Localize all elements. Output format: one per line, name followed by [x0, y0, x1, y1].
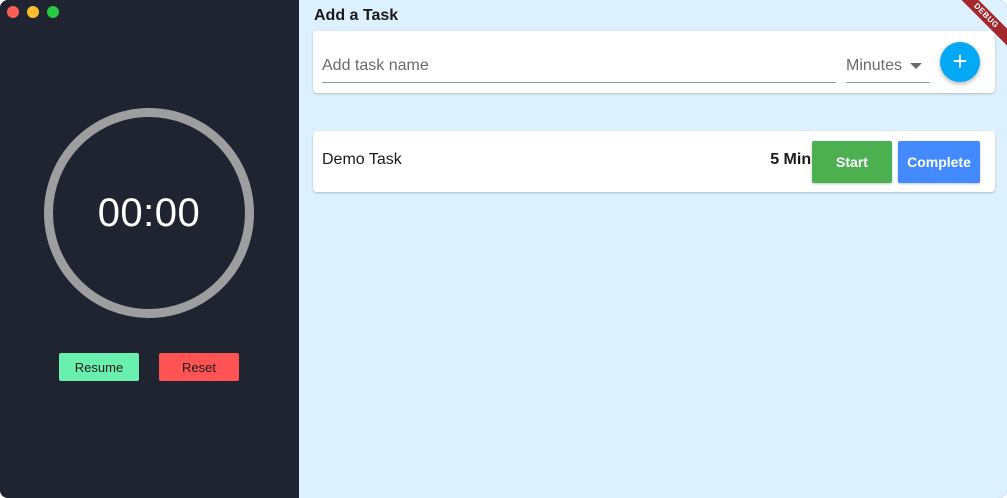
- minimize-window-button[interactable]: [27, 6, 39, 18]
- unit-selected-label: Minutes: [846, 56, 903, 74]
- plus-icon: +: [952, 46, 968, 76]
- timer-display: 00:00: [97, 190, 201, 235]
- start-button[interactable]: Start: [812, 141, 892, 183]
- complete-button[interactable]: Complete: [898, 141, 980, 183]
- task-item: Demo Task 5 Mins Start Complete: [313, 131, 995, 192]
- reset-button[interactable]: Reset: [159, 353, 239, 381]
- task-name-input[interactable]: [322, 49, 836, 83]
- task-name: Demo Task: [322, 151, 402, 168]
- zoom-window-button[interactable]: [47, 6, 59, 18]
- add-task-card: Minutes +: [313, 31, 995, 93]
- close-window-button[interactable]: [7, 6, 19, 18]
- window-controls: [7, 6, 59, 18]
- resume-button[interactable]: Resume: [59, 353, 139, 381]
- dropdown-arrow-icon: [910, 62, 922, 69]
- tasks-panel: Add a Task Minutes + Demo Task 5 Mins St…: [299, 0, 1007, 498]
- unit-dropdown[interactable]: Minutes: [846, 49, 930, 83]
- add-task-button[interactable]: +: [940, 42, 980, 82]
- app-window: 00:00 Resume Reset Add a Task Minutes + …: [0, 0, 1007, 498]
- page-title: Add a Task: [314, 7, 399, 24]
- timer-panel: 00:00 Resume Reset: [0, 0, 299, 498]
